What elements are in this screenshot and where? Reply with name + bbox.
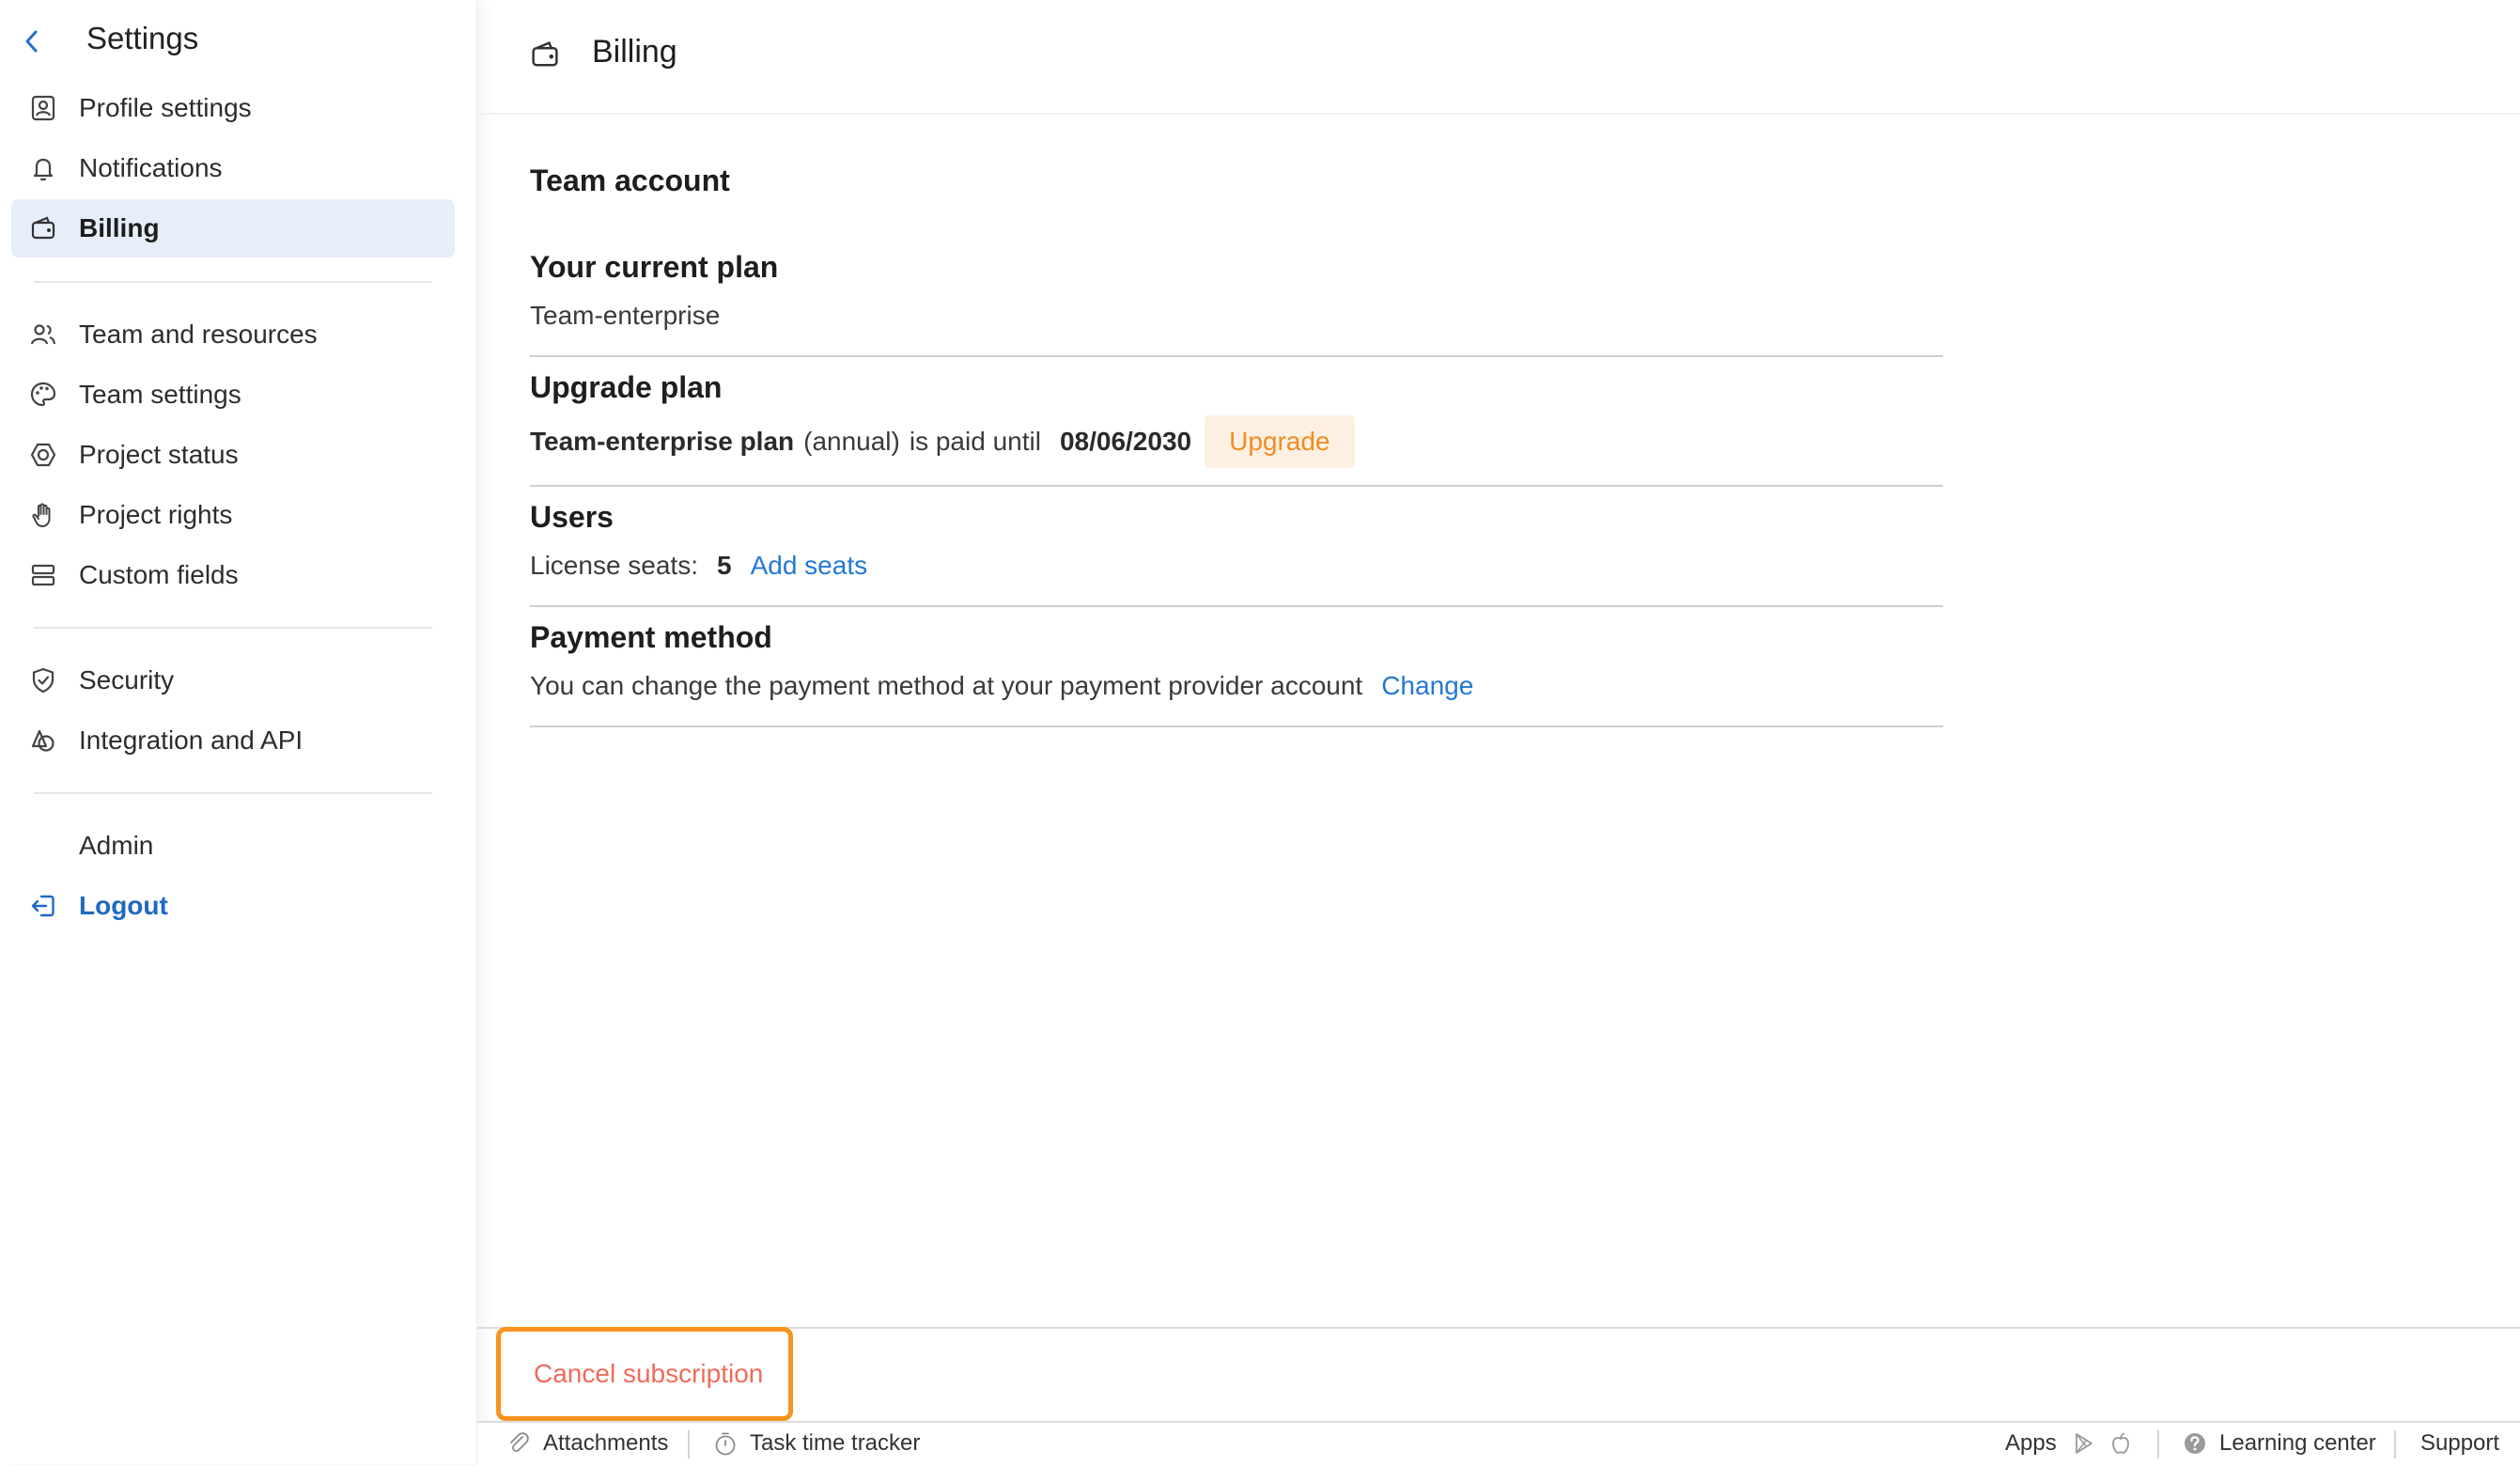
shield-icon <box>28 665 58 695</box>
apps-button[interactable]: Apps <box>2005 1430 2145 1457</box>
profile-icon <box>28 93 58 123</box>
users-section: Users License seats: 5 Add seats <box>530 500 1943 607</box>
bell-icon <box>28 153 58 183</box>
logout-icon <box>28 891 58 921</box>
sidebar-header: Settings <box>0 0 476 83</box>
sidebar-item-label: Custom fields <box>79 560 239 589</box>
sidebar-title: Settings <box>86 21 199 55</box>
sidebar-item-label: Project status <box>79 440 239 469</box>
sidebar-divider <box>34 281 432 283</box>
sidebar-item-team-and-resources[interactable]: Team and resources <box>11 305 455 364</box>
footer-divider <box>2157 1430 2159 1458</box>
paid-until-text: is paid until <box>909 427 1041 456</box>
change-payment-link[interactable]: Change <box>1381 671 1473 701</box>
support-button[interactable]: Support <box>2420 1430 2499 1457</box>
sidebar-item-label: Admin <box>79 831 154 860</box>
people-icon <box>28 320 58 350</box>
support-label: Support <box>2420 1430 2500 1456</box>
logout-button[interactable]: Logout <box>11 877 455 935</box>
settings-sidebar: Settings Profile settings Notifications … <box>0 0 477 1464</box>
footer-divider <box>688 1430 690 1458</box>
current-plan-heading: Your current plan <box>530 250 779 284</box>
payment-method-section: Payment method You can change the paymen… <box>530 620 1943 727</box>
time-tracker-label: Task time tracker <box>750 1430 921 1456</box>
sidebar-item-integration-and-api[interactable]: Integration and API <box>11 711 455 770</box>
paperclip-icon <box>510 1432 529 1453</box>
upgrade-button[interactable]: Upgrade <box>1205 415 1355 468</box>
learning-center-label: Learning center <box>2219 1430 2376 1456</box>
cancel-subscription-button[interactable]: Cancel subscription <box>534 1359 763 1389</box>
time-tracker-button[interactable]: Task time tracker <box>712 1430 920 1457</box>
sidebar-item-billing[interactable]: Billing <box>11 199 455 257</box>
sidebar-item-label: Notifications <box>79 153 223 182</box>
sidebar-item-custom-fields[interactable]: Custom fields <box>11 546 455 604</box>
apps-label: Apps <box>2005 1430 2057 1456</box>
play-store-icon <box>2075 1433 2092 1454</box>
license-seats-value: 5 <box>717 551 732 580</box>
sidebar-item-profile-settings[interactable]: Profile settings <box>11 79 455 137</box>
sidebar-item-label: Profile settings <box>79 93 252 122</box>
sidebar-item-label: Billing <box>79 213 160 242</box>
users-heading: Users <box>530 500 614 534</box>
sidebar-item-project-status[interactable]: Project status <box>11 426 455 484</box>
upgrade-plan-row: Team-enterprise plan (annual) is paid un… <box>530 415 1355 468</box>
payment-method-row: You can change the payment method at you… <box>530 671 1473 701</box>
payment-method-heading: Payment method <box>530 620 772 654</box>
fields-icon <box>28 560 58 590</box>
license-seats-label: License seats: <box>530 551 698 580</box>
current-plan-section: Your current plan Team-enterprise <box>530 250 1943 357</box>
add-seats-link[interactable]: Add seats <box>751 551 868 581</box>
team-account-heading: Team account <box>530 164 730 197</box>
integration-icon <box>28 725 58 756</box>
back-button[interactable] <box>17 23 47 60</box>
license-seats-row: License seats: 5 Add seats <box>530 551 867 581</box>
sidebar-item-label: Integration and API <box>79 725 303 755</box>
upgrade-plan-section: Upgrade plan Team-enterprise plan (annua… <box>530 370 1943 487</box>
footer-bar: Attachments Task time tracker Apps Learn… <box>477 1421 2520 1466</box>
sidebar-item-admin[interactable]: Admin <box>11 817 455 875</box>
sidebar-item-team-settings[interactable]: Team settings <box>11 366 455 424</box>
paid-until-date: 08/06/2030 <box>1059 427 1192 456</box>
help-icon <box>2185 1433 2205 1454</box>
hand-icon <box>28 500 58 530</box>
upgrade-plan-heading: Upgrade plan <box>530 370 723 404</box>
wallet-icon <box>528 38 562 71</box>
status-icon <box>28 440 58 470</box>
sidebar-divider <box>34 792 432 794</box>
page-title: Billing <box>592 34 677 70</box>
sidebar-item-label: Team settings <box>79 380 241 409</box>
plan-period: (annual) <box>803 427 900 456</box>
palette-icon <box>28 380 58 410</box>
current-plan-value: Team-enterprise <box>530 301 721 330</box>
sidebar-item-label: Team and resources <box>79 320 318 349</box>
apple-icon <box>2111 1432 2129 1454</box>
chevron-left-icon <box>25 30 38 53</box>
sidebar-item-label: Project rights <box>79 500 233 529</box>
footer-divider <box>2394 1430 2396 1458</box>
sidebar-item-notifications[interactable]: Notifications <box>11 139 455 197</box>
plan-name: Team-enterprise plan <box>530 427 795 456</box>
learning-center-button[interactable]: Learning center <box>2182 1430 2376 1457</box>
wallet-icon <box>28 213 58 243</box>
stopwatch-icon <box>715 1432 736 1456</box>
logout-label: Logout <box>79 891 168 920</box>
page-header: Billing <box>477 0 2520 115</box>
attachments-button[interactable]: Attachments <box>506 1430 668 1457</box>
payment-method-text: You can change the payment method at you… <box>530 671 1363 700</box>
attachments-label: Attachments <box>543 1430 669 1456</box>
sidebar-divider <box>34 627 432 629</box>
sidebar-item-security[interactable]: Security <box>11 651 455 710</box>
sidebar-item-label: Security <box>79 665 175 694</box>
main-panel: Billing Team account Your current plan T… <box>477 0 2520 1466</box>
sidebar-item-project-rights[interactable]: Project rights <box>11 486 455 544</box>
